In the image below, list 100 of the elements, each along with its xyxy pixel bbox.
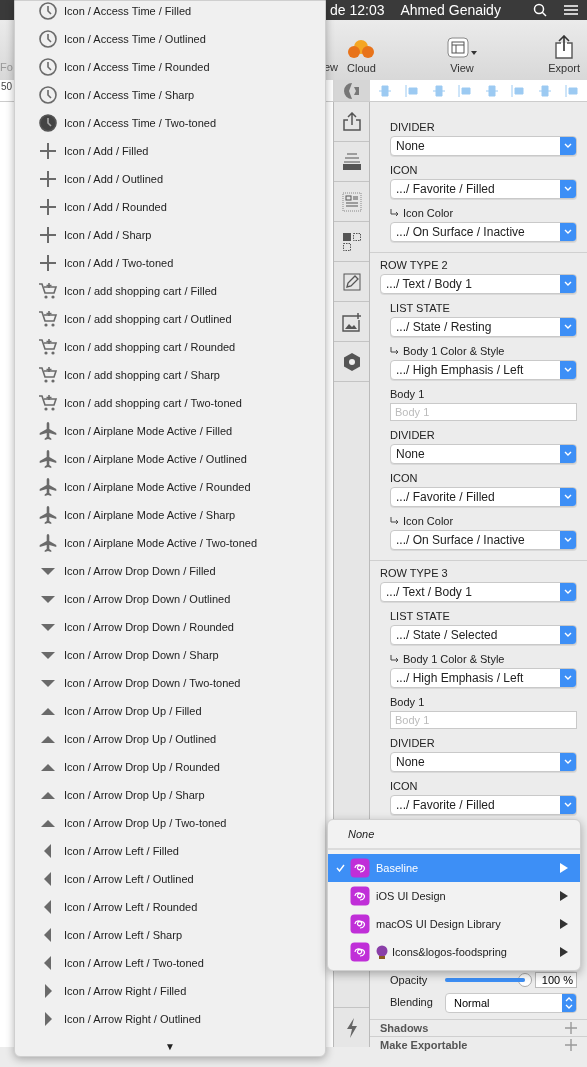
menu-item[interactable]: Icon / add shopping cart / Two-toned (15, 389, 325, 417)
menu-item[interactable]: Icon / Arrow Drop Down / Filled (15, 557, 325, 585)
toolbar-button[interactable]: Cloud (346, 39, 377, 75)
field-label: DIVIDER (390, 736, 436, 751)
align-icon[interactable] (538, 83, 553, 98)
toolbar-button[interactable]: View (446, 37, 478, 75)
corner-arrow-icon (390, 655, 400, 663)
menu-item[interactable]: Icon / Access Time / Outlined (15, 25, 325, 53)
menu-item[interactable]: Icon / Add / Outlined (15, 165, 325, 193)
menu-item[interactable]: Icon / Arrow Drop Up / Outlined (15, 725, 325, 753)
dropdown[interactable]: .../ Favorite / Filled (390, 179, 577, 199)
chevron-down-icon (564, 632, 572, 638)
menu-item[interactable]: Icon / Airplane Mode Active / Filled (15, 417, 325, 445)
dropdown[interactable]: .../ On Surface / Inactive (390, 530, 577, 550)
menu-item[interactable]: Icon / Arrow Left / Filled (15, 837, 325, 865)
dropdown[interactable]: .../ High Emphasis / Left (390, 360, 577, 380)
menu-item[interactable]: Icon / Arrow Left / Sharp (15, 921, 325, 949)
hexagon-icon[interactable] (342, 351, 361, 372)
dropdown[interactable]: .../ Text / Body 1 (380, 274, 577, 294)
stepper-icon (565, 996, 573, 1009)
image-add-icon[interactable] (341, 311, 362, 332)
menu-icon[interactable] (563, 4, 579, 16)
layers-icon[interactable] (341, 152, 362, 171)
menu-item[interactable]: Icon / add shopping cart / Rounded (15, 333, 325, 361)
symbols-icon[interactable] (341, 231, 362, 252)
scroll-arrow[interactable]: ▼ (165, 1040, 175, 1054)
toolbar-button[interactable]: Export (547, 35, 581, 75)
menu-item[interactable]: Icon / Arrow Drop Down / Two-toned (15, 669, 325, 697)
menu-item[interactable]: iOS UI Design (328, 882, 580, 910)
blending-dropdown[interactable]: Normal (445, 992, 577, 1013)
dropdown[interactable]: None (390, 444, 577, 464)
panel-title: Make Exportable (380, 1038, 468, 1053)
menu-item[interactable]: macOS UI Design Library (328, 910, 580, 938)
menu-item[interactable]: Icon / Airplane Mode Active / Two-toned (15, 529, 325, 557)
library-icon (350, 914, 370, 934)
plus-icon (38, 169, 58, 189)
menu-item[interactable]: Icon / Add / Sharp (15, 221, 325, 249)
align-icon[interactable] (484, 83, 499, 98)
cart-icon (38, 337, 58, 357)
menu-item[interactable]: Icon / Arrow Left / Rounded (15, 893, 325, 921)
align-icon[interactable] (404, 83, 419, 98)
dropdown[interactable]: .../ State / Resting (390, 317, 577, 337)
logo-icon[interactable] (342, 81, 361, 100)
menu-item[interactable]: Icon / Airplane Mode Active / Outlined (15, 445, 325, 473)
menu-item[interactable]: Icon / add shopping cart / Outlined (15, 305, 325, 333)
edit-icon[interactable] (341, 271, 362, 292)
menu-item[interactable]: Icon / Access Time / Rounded (15, 53, 325, 81)
menu-item[interactable]: Icon / Arrow Right / Outlined (15, 1005, 325, 1033)
list-icon[interactable] (341, 191, 362, 212)
dropdown[interactable]: None (390, 136, 577, 156)
opacity-slider[interactable] (445, 978, 525, 983)
align-icon[interactable] (511, 83, 526, 98)
dropdown[interactable]: .../ Text / Body 1 (380, 582, 577, 602)
menu-item[interactable]: Icon / Arrow Drop Down / Rounded (15, 613, 325, 641)
share-icon[interactable] (341, 111, 362, 132)
menu-item[interactable]: Icon / Access Time / Two-toned (15, 109, 325, 137)
align-icon[interactable] (458, 83, 473, 98)
text-field[interactable]: Body 1 (390, 711, 577, 729)
menu-item[interactable]: Icon / Arrow Drop Up / Two-toned (15, 809, 325, 837)
menu-item[interactable]: Icon / Arrow Drop Up / Rounded (15, 753, 325, 781)
align-icon[interactable] (564, 83, 579, 98)
menu-item[interactable]: Icon / Airplane Mode Active / Sharp (15, 501, 325, 529)
menu-item[interactable]: Icon / Arrow Drop Up / Sharp (15, 781, 325, 809)
menu-item[interactable]: Icon / Add / Two-toned (15, 249, 325, 277)
menu-item[interactable]: Icon / Add / Filled (15, 137, 325, 165)
dropdown[interactable]: .../ On Surface / Inactive (390, 222, 577, 242)
field-label: Icon Color (403, 206, 454, 221)
corner-arrow-icon (390, 517, 400, 525)
menu-item[interactable]: Icon / Arrow Right / Filled (15, 977, 325, 1005)
field-label: LIST STATE (390, 301, 451, 316)
menu-item[interactable]: Icon / Access Time / Sharp (15, 81, 325, 109)
dropdown[interactable]: .../ Favorite / Filled (390, 487, 577, 507)
menu-item[interactable]: Icon / Add / Rounded (15, 193, 325, 221)
field-label: Opacity (390, 973, 429, 988)
cart-icon (38, 393, 58, 413)
text-field[interactable]: Body 1 (390, 403, 577, 421)
menu-item[interactable]: Icon / add shopping cart / Filled (15, 277, 325, 305)
plus-icon[interactable] (565, 1021, 577, 1034)
menu-item[interactable]: Icons&logos-foodspring (328, 938, 580, 966)
plus-icon[interactable] (565, 1039, 577, 1052)
field-label: LIST STATE (390, 609, 451, 624)
search-icon[interactable] (533, 3, 547, 17)
dropdown[interactable]: .../ State / Selected (390, 625, 577, 645)
menu-item[interactable]: Icon / add shopping cart / Sharp (15, 361, 325, 389)
menu-item[interactable]: Icon / Airplane Mode Active / Rounded (15, 473, 325, 501)
align-icon[interactable] (431, 83, 446, 98)
align-icon[interactable] (378, 83, 393, 98)
lightning-icon[interactable] (345, 1017, 358, 1038)
menu-item[interactable]: Icon / Arrow Drop Up / Filled (15, 697, 325, 725)
dropdown[interactable]: None (390, 752, 577, 772)
menu-item[interactable]: Icon / Arrow Drop Down / Sharp (15, 641, 325, 669)
menu-item[interactable]: Icon / Arrow Left / Two-toned (15, 949, 325, 977)
dropdown[interactable]: .../ Favorite / Filled (390, 795, 577, 815)
menu-item[interactable]: Icon / Arrow Drop Down / Outlined (15, 585, 325, 613)
opacity-field[interactable]: 100 % (535, 972, 577, 989)
dropdown[interactable]: .../ High Emphasis / Left (390, 668, 577, 688)
menu-item[interactable]: None (328, 824, 580, 844)
menu-item[interactable]: Icon / Arrow Left / Outlined (15, 865, 325, 893)
layout-icon (447, 37, 477, 59)
menu-item[interactable]: Icon / Access Time / Filled (15, 0, 325, 25)
